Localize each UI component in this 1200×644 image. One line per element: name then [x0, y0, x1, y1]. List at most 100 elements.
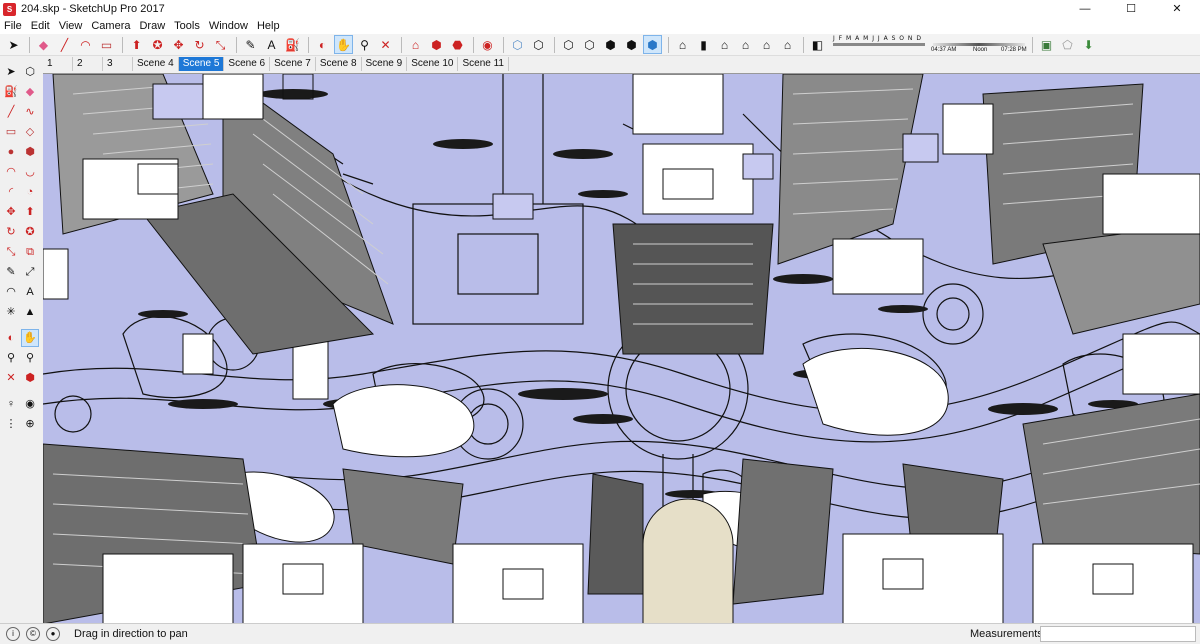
offset-tool-icon[interactable]: ⧉: [21, 243, 39, 261]
axes-tool-icon[interactable]: ✳: [2, 303, 20, 321]
paint-bucket-tool-icon[interactable]: ⛽: [283, 35, 302, 54]
zoom-tool-icon[interactable]: ⚲: [2, 349, 20, 367]
scene-tab-7[interactable]: Scene 7: [270, 57, 316, 71]
tape-measure-tool-icon[interactable]: ✎: [2, 263, 20, 281]
three-point-arc-tool-icon[interactable]: ◜: [2, 183, 20, 201]
left-view-icon[interactable]: ⌂: [778, 35, 797, 54]
menu-tools[interactable]: Tools: [170, 20, 205, 32]
walk-tool-icon[interactable]: ⋮: [2, 415, 20, 433]
pan-tool-icon[interactable]: ✋: [21, 329, 39, 347]
model-viewport[interactable]: [43, 73, 1200, 623]
tape-measure-tool-icon[interactable]: ✎: [241, 35, 260, 54]
xray-style-icon[interactable]: ⬡: [508, 35, 527, 54]
orbit-tool-icon[interactable]: ◐: [313, 35, 332, 54]
section-plane-icon[interactable]: ⊕: [21, 415, 39, 433]
text-tool-icon[interactable]: A: [262, 35, 281, 54]
zoom-extents-tool-icon[interactable]: ✕: [376, 35, 395, 54]
select-tool-icon[interactable]: ➤: [2, 63, 20, 81]
arc-tool-icon[interactable]: ◠: [76, 35, 95, 54]
minimize-button[interactable]: —: [1062, 0, 1108, 18]
move-tool-icon[interactable]: ✥: [2, 203, 20, 221]
geo-location-status-icon[interactable]: i: [6, 627, 20, 641]
front-view-icon[interactable]: ⌂: [715, 35, 734, 54]
user-status-icon[interactable]: ●: [46, 627, 60, 641]
paint-bucket-tool-icon[interactable]: ⛽: [2, 83, 20, 101]
scene-tab-3[interactable]: 3: [103, 57, 133, 71]
rectangle-tool-icon[interactable]: ▭: [2, 123, 20, 141]
scene-tab-6[interactable]: Scene 6: [224, 57, 271, 71]
follow-me-tool-icon[interactable]: ✪: [148, 35, 167, 54]
zoom-window-tool-icon[interactable]: ⚲: [21, 349, 39, 367]
scene-tab-2[interactable]: 2: [73, 57, 103, 71]
measurements-input[interactable]: [1040, 626, 1196, 642]
pie-tool-icon[interactable]: ◔: [21, 183, 39, 201]
menu-edit[interactable]: Edit: [27, 20, 55, 32]
hidden-line-style-icon[interactable]: ⬡: [580, 35, 599, 54]
shadow-time-slider[interactable]: [933, 43, 1025, 46]
rotate-tool-icon[interactable]: ↻: [190, 35, 209, 54]
zoom-tool-icon[interactable]: ⚲: [355, 35, 374, 54]
make-component-icon[interactable]: ⬡: [21, 63, 39, 81]
scene-tab-1[interactable]: 1: [43, 57, 73, 71]
3d-text-tool-icon[interactable]: ▲: [21, 303, 39, 321]
scene-tab-11[interactable]: Scene 11: [458, 57, 509, 71]
menu-help[interactable]: Help: [253, 20, 285, 32]
previous-view-icon[interactable]: ⬢: [21, 369, 39, 387]
menu-file[interactable]: File: [0, 20, 27, 32]
back-view-icon[interactable]: ⌂: [757, 35, 776, 54]
move-tool-icon[interactable]: ✥: [169, 35, 188, 54]
polygon-tool-icon[interactable]: ⬢: [21, 143, 39, 161]
photo-texture-icon[interactable]: ⬠: [1058, 35, 1077, 54]
rotate-tool-icon[interactable]: ↻: [2, 223, 20, 241]
line-tool-icon[interactable]: ╱: [55, 35, 74, 54]
sandbox-tool-icon[interactable]: ⬇: [1079, 35, 1098, 54]
menu-camera[interactable]: Camera: [87, 20, 135, 32]
circle-tool-icon[interactable]: ●: [2, 143, 20, 161]
scale-tool-icon[interactable]: ⤡: [211, 35, 230, 54]
shadow-month-slider[interactable]: [833, 43, 925, 46]
rotated-rectangle-tool-icon[interactable]: ◇: [21, 123, 39, 141]
scale-tool-icon[interactable]: ⤡: [2, 243, 20, 261]
scene-tab-10[interactable]: Scene 10: [407, 57, 459, 71]
menu-draw[interactable]: Draw: [135, 20, 170, 32]
position-camera-icon[interactable]: ♀: [2, 395, 20, 413]
shadow-settings-widget[interactable]: J F M A M J J A S O N D 04:37 AM Noon 07…: [833, 35, 1028, 54]
top-view-icon[interactable]: ▮: [694, 35, 713, 54]
back-edges-style-icon[interactable]: ⬡: [529, 35, 548, 54]
shape-tool-icon[interactable]: ▭: [97, 35, 116, 54]
freehand-tool-icon[interactable]: ∿: [21, 103, 39, 121]
credits-status-icon[interactable]: ©: [26, 627, 40, 641]
iso-view-icon[interactable]: ⌂: [673, 35, 692, 54]
eraser-tool-icon[interactable]: ◆: [21, 83, 39, 101]
geo-location-icon[interactable]: ▣: [1037, 35, 1056, 54]
menu-view[interactable]: View: [55, 20, 88, 32]
dimension-tool-icon[interactable]: ⤢: [21, 263, 39, 281]
extension-manager-icon[interactable]: ◉: [478, 35, 497, 54]
line-tool-icon[interactable]: ╱: [2, 103, 20, 121]
scene-tab-9[interactable]: Scene 9: [362, 57, 408, 71]
scene-tab-8[interactable]: Scene 8: [316, 57, 362, 71]
maximize-button[interactable]: ☐: [1108, 0, 1154, 18]
eraser-tool-icon[interactable]: ◆: [34, 35, 53, 54]
push-pull-tool-icon[interactable]: ⬆: [127, 35, 146, 54]
monochrome-style-icon[interactable]: ⬢: [643, 35, 662, 54]
scene-tab-5[interactable]: Scene 5: [178, 57, 225, 71]
two-point-arc-tool-icon[interactable]: ◡: [21, 163, 39, 181]
shaded-textures-style-icon[interactable]: ⬢: [622, 35, 641, 54]
close-button[interactable]: ✕: [1154, 0, 1200, 18]
share-model-icon[interactable]: ⬣: [448, 35, 467, 54]
wireframe-style-icon[interactable]: ⬡: [559, 35, 578, 54]
shadows-toggle-icon[interactable]: ◧: [808, 35, 827, 54]
right-view-icon[interactable]: ⌂: [736, 35, 755, 54]
protractor-tool-icon[interactable]: ◠: [2, 283, 20, 301]
shaded-style-icon[interactable]: ⬢: [601, 35, 620, 54]
push-pull-tool-icon[interactable]: ⬆: [21, 203, 39, 221]
pan-tool-icon[interactable]: ✋: [334, 35, 353, 54]
text-tool-icon[interactable]: A: [21, 283, 39, 301]
menu-window[interactable]: Window: [205, 20, 253, 32]
scene-tab-4[interactable]: Scene 4: [133, 57, 179, 71]
extension-warehouse-icon[interactable]: ⬢: [427, 35, 446, 54]
select-tool-icon[interactable]: ➤: [4, 35, 23, 54]
orbit-tool-icon[interactable]: ◐: [2, 329, 20, 347]
look-around-icon[interactable]: ◉: [21, 395, 39, 413]
